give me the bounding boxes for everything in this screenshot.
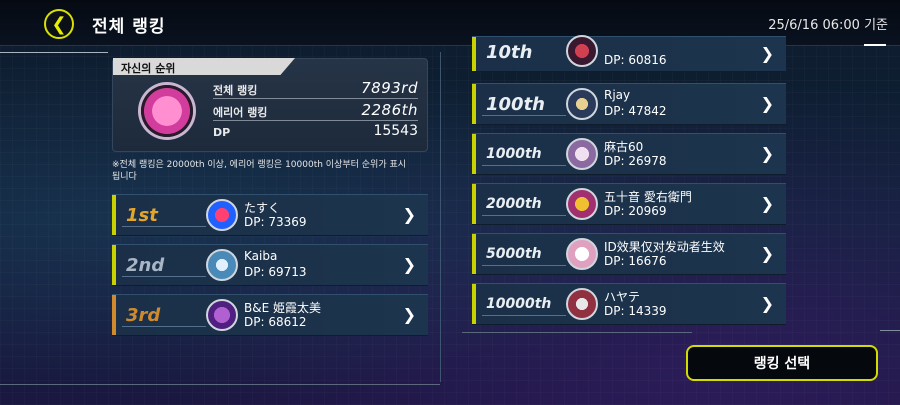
ranking-select-button[interactable]: 랭킹 선택 [686,345,878,381]
player-name: 麻古60 [604,140,644,154]
rank-row-2000th[interactable]: 2000th 五十音 愛右衛門 DP: 20969 ❯ [472,183,786,225]
player-avatar [206,299,238,331]
rank-row-10th[interactable]: 10th DP: 60816 ❯ [472,35,786,72]
player-dp: DP: 60816 [604,53,667,67]
player-dp: DP: 26978 [604,154,667,168]
chevron-right-icon: ❯ [402,305,416,324]
ranking-timestamp: 25/6/16 06:00 기준 [768,18,888,33]
dp-label: DP [213,126,231,139]
dp-value: 15543 [373,123,418,139]
rank-row-10000th[interactable]: 10000th ハヤテ DP: 14339 ❯ [472,283,786,325]
row-accent [472,234,476,274]
rank-row-2nd[interactable]: 2nd Kaiba DP: 69713 ❯ [112,244,428,286]
rank-row-100th[interactable]: 100th Rjay DP: 47842 ❯ [472,83,786,125]
player-dp: DP: 16676 [604,254,667,268]
self-rank-panel: 자신의 순위 전체 랭킹 7893rd 에리어 랭킹 2286th DP 155… [112,58,428,152]
row-accent [112,295,116,335]
frame-line [462,332,692,333]
row-accent [112,195,116,235]
player-avatar [566,88,598,120]
rank-underline [482,215,566,216]
chevron-right-icon: ❯ [760,244,774,263]
frame-line-bottom [0,384,440,385]
chevron-right-icon: ❯ [402,255,416,274]
player-name: 五十音 愛右衛門 [604,190,692,204]
frame-line [0,52,108,53]
frame-divider [440,52,441,382]
player-dp: DP: 14339 [604,304,667,318]
rank-underline [122,276,206,277]
player-avatar [566,238,598,270]
self-rank-tab: 자신의 순위 [113,58,295,75]
player-dp: DP: 47842 [604,104,667,118]
player-name: Kaiba [244,249,278,263]
player-avatar [566,288,598,320]
player-dp: DP: 69713 [244,265,307,279]
rank-row-1000th[interactable]: 1000th 麻古60 DP: 26978 ❯ [472,133,786,175]
player-avatar [566,188,598,220]
overall-rank-value: 7893rd [361,79,418,97]
row-accent [472,37,476,71]
player-dp: DP: 73369 [244,215,307,229]
player-name: たすく [244,201,281,215]
rank-label: 1st [126,205,158,226]
rank-underline [122,326,206,327]
dp-row: DP 15543 [213,123,418,141]
chevron-left-icon: ❮ [51,13,67,35]
divider [213,120,418,121]
rank-label: 5000th [486,246,542,262]
rank-underline [482,265,566,266]
chevron-right-icon: ❯ [760,44,774,63]
row-accent [472,184,476,224]
ranking-note: ※전체 랭킹은 20000th 이상, 에리어 랭킹은 10000th 이상부터… [112,160,407,182]
player-name: ID效果仅对发动者生效 [604,240,725,254]
rank-label: 2000th [486,196,542,212]
player-avatar [206,199,238,231]
chevron-right-icon: ❯ [760,144,774,163]
rank-label: 10000th [486,296,552,312]
area-rank-label: 에리어 랭킹 [213,106,268,119]
player-name: ハヤテ [604,290,641,304]
player-avatar [141,85,193,137]
back-button[interactable]: ❮ [44,9,74,39]
chevron-right-icon: ❯ [760,194,774,213]
row-accent [472,134,476,174]
rank-row-5000th[interactable]: 5000th ID效果仅对发动者生效 DP: 16676 ❯ [472,233,786,275]
rank-label: 1000th [486,146,542,162]
chevron-right-icon: ❯ [760,294,774,313]
rank-underline [482,165,566,166]
area-rank-value: 2286th [361,101,418,119]
row-accent [472,284,476,324]
player-name: B&E 姫霞太美 [244,301,321,315]
chevron-right-icon: ❯ [402,205,416,224]
rank-label: 2nd [126,255,165,276]
overall-rank-row: 전체 랭킹 7893rd [213,79,418,97]
area-rank-row: 에리어 랭킹 2286th [213,101,418,119]
divider [213,98,418,99]
player-avatar [566,138,598,170]
rank-underline [122,226,206,227]
page-title: 전체 랭킹 [92,17,166,37]
player-dp: DP: 20969 [604,204,667,218]
rank-label: 3rd [126,305,161,326]
player-avatar [566,35,598,67]
player-name: Rjay [604,88,631,102]
rank-label: 10th [486,42,533,63]
rank-label: 100th [486,94,545,115]
player-avatar [206,249,238,281]
rank-underline [482,315,566,316]
rank-row-1st[interactable]: 1st たすく DP: 73369 ❯ [112,194,428,236]
menu-line-icon [864,44,886,46]
overall-rank-label: 전체 랭킹 [213,84,258,97]
row-accent [472,84,476,124]
rank-underline [482,115,566,116]
row-accent [112,245,116,285]
frame-line [880,330,900,331]
rank-row-3rd[interactable]: 3rd B&E 姫霞太美 DP: 68612 ❯ [112,294,428,336]
chevron-right-icon: ❯ [760,94,774,113]
player-dp: DP: 68612 [244,315,307,329]
